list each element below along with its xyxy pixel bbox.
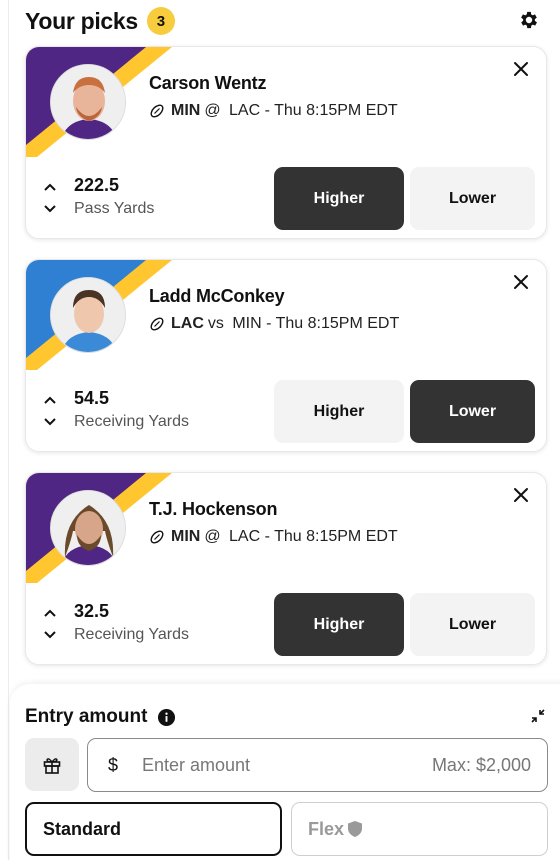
player-team: MIN: [171, 528, 201, 545]
player-name: Ladd McConkey: [149, 286, 285, 306]
projection-line: 54.5: [74, 388, 110, 408]
player-name: Carson Wentz: [149, 73, 267, 93]
gift-icon: [43, 757, 61, 774]
stat-type: Receiving Yards: [74, 626, 190, 643]
standard-entry-button[interactable]: Standard: [25, 802, 282, 856]
game-matchup: MIN @ LAC - Thu 8:15PM EDT: [149, 528, 398, 546]
football-icon: [150, 104, 164, 118]
collapse-icon[interactable]: [530, 708, 546, 724]
pick-card: T.J. Hockenson MIN @ LAC - Thu 8:15PM ED…: [25, 472, 547, 665]
gift-button[interactable]: [25, 738, 79, 791]
matchup-connector: @: [204, 102, 221, 119]
info-icon[interactable]: [157, 708, 176, 727]
opponent-team: LAC: [229, 528, 261, 545]
currency-symbol: $: [108, 754, 119, 775]
higher-button[interactable]: Higher: [274, 593, 404, 656]
player-team: MIN: [171, 102, 201, 119]
chevron-up-icon: [44, 183, 56, 191]
player-team: LAC: [171, 315, 204, 332]
game-matchup: LAC vs MIN - Thu 8:15PM EDT: [149, 315, 399, 333]
standard-label: Standard: [43, 818, 122, 839]
higher-button[interactable]: Higher: [274, 167, 404, 230]
close-icon[interactable]: [512, 60, 530, 78]
game-time: Thu 8:15PM EDT: [274, 528, 398, 545]
chevron-down-icon: [44, 631, 56, 639]
picks-count-badge: 3: [146, 7, 175, 35]
opponent-team: LAC: [229, 102, 261, 119]
lower-button[interactable]: Lower: [410, 167, 535, 230]
pick-card: Ladd McConkey LAC vs MIN - Thu 8:15PM ED…: [25, 259, 547, 452]
picks-header: Your picks 3: [25, 6, 548, 36]
chevron-down-icon: [44, 205, 56, 213]
lower-button[interactable]: Lower: [410, 380, 535, 443]
matchup-connector: @: [204, 528, 221, 545]
close-icon[interactable]: [512, 486, 530, 504]
game-matchup: MIN @ LAC - Thu 8:15PM EDT: [149, 102, 398, 120]
close-icon[interactable]: [512, 273, 530, 291]
amount-input[interactable]: [142, 754, 432, 776]
stat-type: Pass Yards: [74, 200, 155, 217]
page-title: Your picks: [25, 7, 138, 34]
player-avatar: [50, 490, 126, 566]
lower-button[interactable]: Lower: [410, 593, 535, 656]
chevron-up-icon: [44, 396, 56, 404]
player-name: T.J. Hockenson: [149, 499, 278, 519]
gear-icon[interactable]: [518, 9, 540, 31]
max-amount-label: Max: $2,000: [431, 754, 531, 775]
higher-button[interactable]: Higher: [274, 380, 404, 443]
flex-entry-button[interactable]: Flex: [291, 802, 548, 856]
flex-label: Flex: [308, 818, 345, 839]
football-icon: [150, 530, 164, 544]
entry-amount-field[interactable]: $ Max: $2,000: [87, 738, 548, 792]
game-time: Thu 8:15PM EDT: [274, 102, 398, 119]
shield-icon: [348, 821, 363, 837]
matchup-connector: vs: [207, 315, 224, 332]
football-icon: [150, 317, 164, 331]
pick-card: Carson Wentz MIN @ LAC - Thu 8:15PM EDT …: [25, 46, 547, 239]
player-avatar: [50, 64, 126, 140]
player-avatar: [50, 277, 126, 353]
opponent-team: MIN: [232, 315, 262, 332]
entry-amount-title: Entry amount: [25, 706, 148, 727]
left-divider: [8, 0, 9, 860]
stat-type: Receiving Yards: [74, 413, 190, 430]
projection-line: 32.5: [74, 601, 110, 621]
chevron-down-icon: [44, 418, 56, 426]
entry-amount-heading: Entry amount: [25, 706, 176, 728]
chevron-up-icon: [44, 609, 56, 617]
game-time: Thu 8:15PM EDT: [275, 315, 400, 332]
projection-line: 222.5: [74, 175, 120, 195]
